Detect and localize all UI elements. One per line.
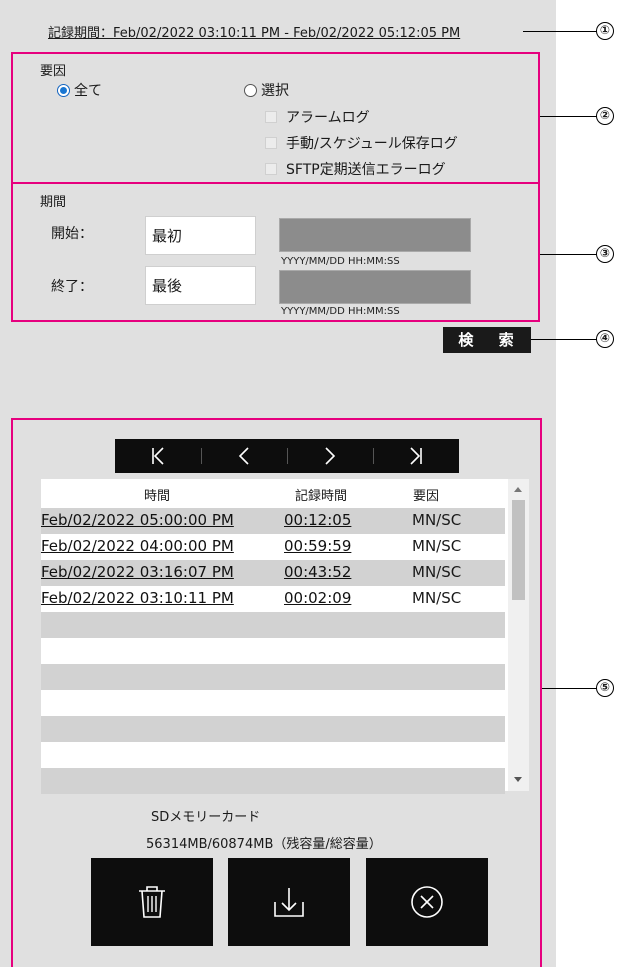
- trash-icon: [139, 886, 165, 918]
- cell-cause: MN/SC: [412, 589, 462, 607]
- last-page-button[interactable]: [373, 439, 459, 473]
- radio-all-label: 全て: [74, 83, 102, 99]
- checkbox-sftp-error-log-label: SFTP定期送信エラーログ: [286, 162, 446, 178]
- delete-button[interactable]: [91, 858, 213, 946]
- cell-cause: MN/SC: [412, 537, 462, 555]
- search-button[interactable]: 検 索: [443, 327, 531, 353]
- radio-select-label: 選択: [261, 83, 289, 99]
- callout-line-3: [540, 254, 597, 255]
- first-page-button[interactable]: [115, 439, 201, 473]
- next-page-button[interactable]: [287, 439, 373, 473]
- cancel-button[interactable]: [366, 858, 488, 946]
- checkbox-alarm-log-box[interactable]: [265, 111, 277, 123]
- header-time[interactable]: 時間: [144, 485, 170, 504]
- table-row: [41, 664, 505, 690]
- end-label: 終了：: [51, 279, 93, 295]
- prev-page-icon: [238, 447, 249, 465]
- log-panel: 記録期間：Feb/02/2022 03:10:11 PM - Feb/02/20…: [0, 0, 556, 967]
- sd-card-title: SDメモリーカード: [151, 810, 261, 825]
- prev-page-button[interactable]: [201, 439, 287, 473]
- cell-duration[interactable]: 00:02:09: [284, 589, 351, 607]
- callout-1: ①: [596, 22, 614, 40]
- radio-all[interactable]: 全て: [57, 80, 102, 100]
- table-row: [41, 768, 505, 794]
- range-label: 期間: [40, 195, 67, 210]
- checkbox-manual-schedule-log-box[interactable]: [265, 137, 277, 149]
- header-duration[interactable]: 記録時間: [295, 485, 347, 504]
- callout-line-1: [523, 31, 597, 32]
- cell-duration[interactable]: 00:43:52: [284, 563, 351, 581]
- table-row: [41, 716, 505, 742]
- last-page-icon: [410, 447, 422, 465]
- cell-time[interactable]: Feb/02/2022 03:16:07 PM: [41, 563, 234, 581]
- table-row: [41, 638, 505, 664]
- scroll-up-icon[interactable]: [514, 487, 522, 492]
- table-header: 時間 記録時間 要因: [41, 479, 505, 508]
- sd-card-capacity: 56314MB/60874MB（残容量/総容量）: [146, 837, 382, 852]
- start-format-hint: YYYY/MM/DD HH:MM:SS: [281, 256, 400, 267]
- cell-cause: MN/SC: [412, 563, 462, 581]
- callout-5: ⑤: [596, 679, 614, 697]
- checkbox-alarm-log-label: アラームログ: [286, 110, 370, 126]
- end-select[interactable]: 最後: [145, 266, 256, 305]
- checkbox-alarm-log[interactable]: アラームログ: [265, 107, 370, 127]
- table-row: [41, 742, 505, 768]
- header-cause[interactable]: 要因: [413, 485, 439, 504]
- end-datetime-input[interactable]: [279, 270, 471, 304]
- table-row[interactable]: Feb/02/2022 04:00:00 PM 00:59:59 MN/SC: [41, 534, 505, 560]
- checkbox-sftp-error-log-box[interactable]: [265, 163, 277, 175]
- table-row: [41, 612, 505, 638]
- callout-line-2: [540, 116, 597, 117]
- callout-3: ③: [596, 245, 614, 263]
- cancel-circle-icon: [411, 886, 443, 918]
- callout-line-4: [531, 339, 597, 340]
- next-page-icon: [325, 447, 336, 465]
- callout-2: ②: [596, 107, 614, 125]
- cell-duration[interactable]: 00:12:05: [284, 511, 351, 529]
- download-icon: [274, 888, 304, 917]
- first-page-icon: [152, 447, 164, 465]
- checkbox-manual-schedule-log-label: 手動/スケジュール保存ログ: [286, 136, 458, 152]
- table-row[interactable]: Feb/02/2022 03:16:07 PM 00:43:52 MN/SC: [41, 560, 505, 586]
- radio-select-indicator[interactable]: [244, 83, 257, 97]
- start-select[interactable]: 最初: [145, 216, 256, 255]
- record-period: 記録期間：Feb/02/2022 03:10:11 PM - Feb/02/20…: [48, 26, 461, 41]
- cell-duration[interactable]: 00:59:59: [284, 537, 351, 555]
- table-scrollbar[interactable]: [508, 479, 529, 791]
- cell-cause: MN/SC: [412, 511, 462, 529]
- cause-label: 要因: [40, 64, 67, 79]
- checkbox-sftp-error-log[interactable]: SFTP定期送信エラーログ: [265, 159, 446, 179]
- radio-select[interactable]: 選択: [244, 80, 289, 100]
- pager: [115, 439, 459, 473]
- cell-time[interactable]: Feb/02/2022 05:00:00 PM: [41, 511, 234, 529]
- scroll-down-icon[interactable]: [514, 777, 522, 782]
- radio-all-indicator[interactable]: [57, 83, 70, 97]
- checkbox-manual-schedule-log[interactable]: 手動/スケジュール保存ログ: [265, 133, 458, 153]
- log-table: 時間 記録時間 要因 Feb/02/2022 05:00:00 PM 00:12:…: [41, 479, 529, 794]
- callout-4: ④: [596, 330, 614, 348]
- end-format-hint: YYYY/MM/DD HH:MM:SS: [281, 306, 400, 317]
- callout-line-5: [542, 688, 597, 689]
- table-row[interactable]: Feb/02/2022 03:10:11 PM 00:02:09 MN/SC: [41, 586, 505, 612]
- scroll-thumb[interactable]: [512, 500, 525, 600]
- cell-time[interactable]: Feb/02/2022 04:00:00 PM: [41, 537, 234, 555]
- table-row[interactable]: Feb/02/2022 05:00:00 PM 00:12:05 MN/SC: [41, 508, 505, 534]
- download-button[interactable]: [228, 858, 350, 946]
- table-row: [41, 690, 505, 716]
- cell-time[interactable]: Feb/02/2022 03:10:11 PM: [41, 589, 234, 607]
- start-label: 開始：: [51, 226, 93, 242]
- start-datetime-input[interactable]: [279, 218, 471, 252]
